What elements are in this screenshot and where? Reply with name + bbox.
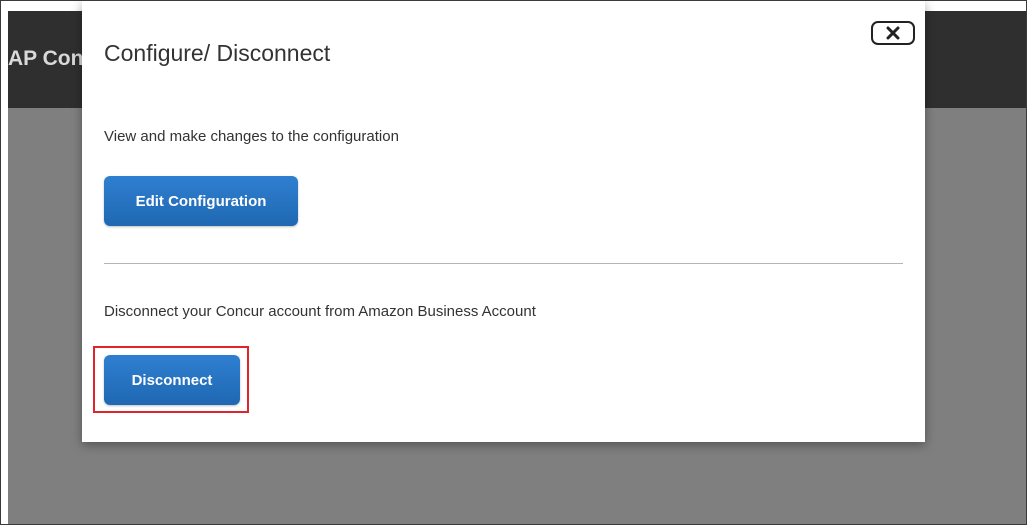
disconnect-button[interactable]: Disconnect [104,355,240,405]
screenshot-frame: AP Concur Configure/ Disconnect View and… [0,0,1027,525]
configure-disconnect-dialog: Configure/ Disconnect View and make chan… [82,1,925,442]
section-divider [104,263,903,264]
close-button[interactable] [871,21,915,45]
close-icon [886,26,900,40]
edit-configuration-button[interactable]: Edit Configuration [104,176,298,226]
dialog-title: Configure/ Disconnect [104,40,331,66]
disconnect-description: Disconnect your Concur account from Amaz… [104,303,536,320]
configure-description: View and make changes to the configurati… [104,128,399,145]
